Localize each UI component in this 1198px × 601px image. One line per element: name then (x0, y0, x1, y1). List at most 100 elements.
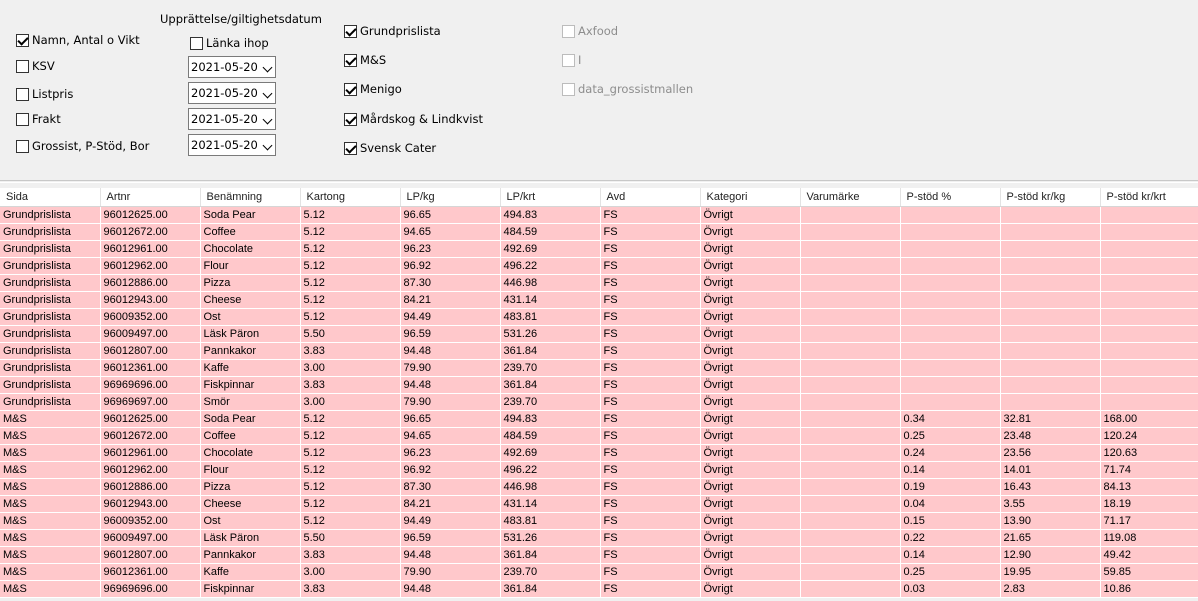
table-cell[interactable]: 3.83 (300, 376, 401, 394)
table-cell[interactable]: 96009497.00 (100, 325, 201, 343)
table-cell[interactable] (900, 274, 1001, 292)
table-cell[interactable] (800, 223, 901, 241)
table-cell[interactable]: Kaffe (200, 359, 301, 377)
checkbox-ms[interactable] (344, 54, 357, 67)
table-cell[interactable]: 119.08 (1100, 529, 1198, 547)
table-cell[interactable] (1100, 393, 1198, 411)
table-cell[interactable] (800, 444, 901, 462)
table-cell[interactable]: Övrigt (700, 580, 801, 598)
table-cell[interactable] (800, 495, 901, 513)
date-picker-listpris[interactable]: 2021-05-20 (188, 82, 276, 104)
table-row[interactable]: Grundprislista 96012807.00 Pannkakor 3.83 94… (0, 342, 1198, 360)
table-cell[interactable]: 0.34 (900, 410, 1001, 428)
table-cell[interactable]: FS (600, 529, 701, 547)
table-cell[interactable]: Flour (200, 461, 301, 479)
table-cell[interactable]: 71.74 (1100, 461, 1198, 479)
table-cell[interactable]: 21.65 (1000, 529, 1101, 547)
table-cell[interactable]: 87.30 (400, 274, 501, 292)
column-header[interactable]: Kartong (300, 188, 401, 207)
table-cell[interactable]: 96009352.00 (100, 308, 201, 326)
table-row[interactable]: M&S 96012361.00 Kaffe 3.00 79.90 239.70 FS Övri… (0, 563, 1198, 581)
table-cell[interactable] (1000, 393, 1101, 411)
table-cell[interactable]: 79.90 (400, 563, 501, 581)
table-cell[interactable]: 79.90 (400, 393, 501, 411)
table-cell[interactable]: 32.81 (1000, 410, 1101, 428)
table-cell[interactable]: Övrigt (700, 410, 801, 428)
table-cell[interactable]: Grundprislista (0, 291, 101, 309)
table-cell[interactable]: 84.21 (400, 495, 501, 513)
table-cell[interactable]: 96012962.00 (100, 461, 201, 479)
table-cell[interactable]: 94.48 (400, 546, 501, 564)
table-cell[interactable]: Pannkakor (200, 546, 301, 564)
table-cell[interactable]: 431.14 (500, 291, 601, 309)
table-cell[interactable]: M&S (0, 427, 101, 445)
table-cell[interactable]: 3.83 (300, 546, 401, 564)
table-cell[interactable]: 0.14 (900, 461, 1001, 479)
table-cell[interactable]: 79.90 (400, 359, 501, 377)
table-cell[interactable]: 96.92 (400, 257, 501, 275)
table-cell[interactable]: 96012943.00 (100, 495, 201, 513)
table-row[interactable]: Grundprislista 96012361.00 Kaffe 3.00 79.90 2… (0, 359, 1198, 377)
table-cell[interactable] (800, 325, 901, 343)
column-header[interactable]: P-stöd % (900, 188, 1001, 207)
table-cell[interactable] (900, 240, 1001, 258)
table-cell[interactable]: Grundprislista (0, 393, 101, 411)
table-cell[interactable]: Övrigt (700, 529, 801, 547)
date-picker-grossist[interactable]: 2021-05-20 (188, 134, 276, 156)
table-cell[interactable]: 96012672.00 (100, 223, 201, 241)
table-cell[interactable]: 5.50 (300, 325, 401, 343)
table-cell[interactable]: 0.22 (900, 529, 1001, 547)
table-cell[interactable]: Övrigt (700, 478, 801, 496)
table-cell[interactable]: Läsk Päron (200, 325, 301, 343)
table-cell[interactable]: 168.00 (1100, 410, 1198, 428)
table-cell[interactable]: 96012961.00 (100, 444, 201, 462)
table-cell[interactable]: 3.83 (300, 342, 401, 360)
table-cell[interactable]: Övrigt (700, 563, 801, 581)
checkbox-grossist[interactable] (16, 140, 29, 153)
table-cell[interactable]: 96.59 (400, 325, 501, 343)
table-cell[interactable] (800, 206, 901, 224)
table-cell[interactable] (1100, 342, 1198, 360)
table-cell[interactable]: 239.70 (500, 563, 601, 581)
table-cell[interactable]: 94.48 (400, 376, 501, 394)
table-cell[interactable]: Övrigt (700, 461, 801, 479)
table-row[interactable]: Grundprislista 96012962.00 Flour 5.12 96.92 4… (0, 257, 1198, 275)
table-cell[interactable] (1000, 376, 1101, 394)
checkbox-listpris[interactable] (16, 88, 29, 101)
table-cell[interactable]: Grundprislista (0, 342, 101, 360)
table-cell[interactable]: 96.23 (400, 444, 501, 462)
checkbox-mardskog[interactable] (344, 113, 357, 126)
table-cell[interactable]: FS (600, 325, 701, 343)
table-cell[interactable]: 94.48 (400, 580, 501, 598)
table-cell[interactable]: FS (600, 342, 701, 360)
table-cell[interactable]: 96.59 (400, 529, 501, 547)
table-cell[interactable]: 10.86 (1100, 580, 1198, 598)
table-cell[interactable]: FS (600, 410, 701, 428)
table-row[interactable]: Grundprislista 96012943.00 Cheese 5.12 84.21… (0, 291, 1198, 309)
table-cell[interactable]: 5.12 (300, 291, 401, 309)
table-row[interactable]: Grundprislista 96012886.00 Pizza 5.12 87.30 4… (0, 274, 1198, 292)
table-cell[interactable]: 494.83 (500, 410, 601, 428)
table-cell[interactable] (800, 342, 901, 360)
table-cell[interactable]: FS (600, 359, 701, 377)
table-cell[interactable]: 14.01 (1000, 461, 1101, 479)
table-cell[interactable]: 87.30 (400, 478, 501, 496)
table-cell[interactable]: FS (600, 495, 701, 513)
table-cell[interactable]: 84.13 (1100, 478, 1198, 496)
table-cell[interactable]: 484.59 (500, 223, 601, 241)
table-cell[interactable]: 239.70 (500, 393, 601, 411)
table-cell[interactable]: 94.48 (400, 342, 501, 360)
table-cell[interactable] (900, 257, 1001, 275)
date-picker-frakt[interactable]: 2021-05-20 (188, 108, 276, 130)
table-cell[interactable]: M&S (0, 461, 101, 479)
table-cell[interactable]: FS (600, 308, 701, 326)
checkbox-menigo[interactable] (344, 83, 357, 96)
table-row[interactable]: M&S 96969696.00 Fiskpinnar 3.83 94.48 361.84 F… (0, 580, 1198, 598)
table-cell[interactable]: 0.19 (900, 478, 1001, 496)
table-cell[interactable]: 483.81 (500, 308, 601, 326)
table-cell[interactable]: 96009497.00 (100, 529, 201, 547)
table-cell[interactable]: FS (600, 257, 701, 275)
table-cell[interactable]: 96012886.00 (100, 274, 201, 292)
table-cell[interactable] (1100, 274, 1198, 292)
table-row[interactable]: M&S 96009497.00 Läsk Päron 5.50 96.59 531.26 F… (0, 529, 1198, 547)
